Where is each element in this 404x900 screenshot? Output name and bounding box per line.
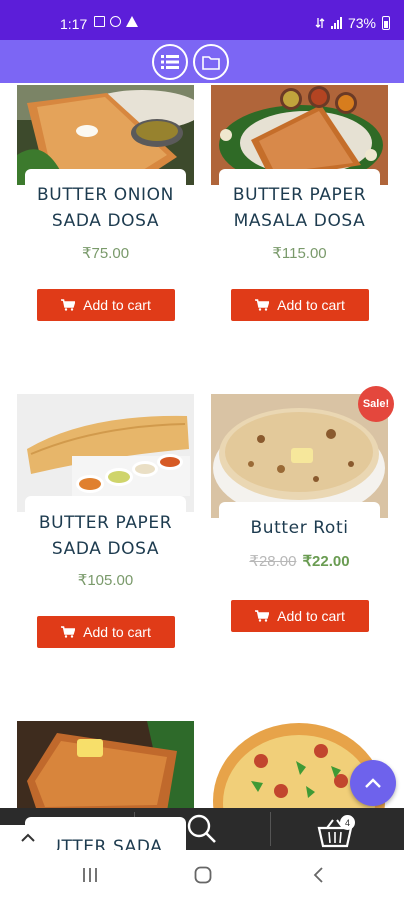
product-image[interactable]: [17, 394, 194, 512]
add-to-cart-button[interactable]: Add to cart: [231, 289, 369, 321]
product-title-line: SADA DOSA: [51, 539, 160, 559]
chevron-up-icon: [21, 833, 35, 842]
product-card[interactable]: [17, 721, 194, 811]
nav-cart[interactable]: [310, 812, 365, 848]
cart-icon: [61, 299, 76, 311]
home-icon: [194, 866, 212, 884]
sale-badge: Sale!: [358, 386, 394, 422]
product-title-line: BUTTER PAPER: [232, 185, 367, 205]
cart-icon: [255, 299, 270, 311]
home-button[interactable]: [185, 860, 221, 890]
back-button[interactable]: [300, 860, 336, 890]
app-toolbar: [0, 40, 404, 83]
system-navigation-bar: [0, 850, 404, 900]
add-to-cart-button[interactable]: Add to cart: [37, 616, 175, 648]
recent-apps-icon: [83, 868, 97, 882]
add-to-cart-button[interactable]: Add to cart: [37, 289, 175, 321]
product-title-line: MASALA DOSA: [233, 211, 366, 231]
product-card[interactable]: BUTTER PAPER SADA DOSA ₹105.00 Add to ca…: [17, 394, 194, 664]
product-title-box[interactable]: Butter Roti: [219, 502, 380, 542]
product-title-line: Butter Roti: [250, 518, 349, 538]
product-image[interactable]: [17, 721, 194, 811]
cart-icon: [61, 626, 76, 638]
product-price: ₹115.00: [272, 245, 327, 262]
nav-divider: [270, 812, 271, 846]
chevron-up-icon: [365, 778, 381, 788]
product-title-line: BUTTER PAPER: [38, 513, 173, 533]
product-title-box[interactable]: BUTTER PAPER MASALA DOSA: [219, 169, 380, 233]
product-title-box[interactable]: BUTTER ONION SADA DOSA: [25, 169, 186, 233]
folder-button[interactable]: [193, 44, 229, 80]
add-to-cart-label: Add to cart: [83, 297, 151, 313]
list-icon: [161, 55, 179, 69]
scroll-to-top-button[interactable]: [350, 760, 396, 806]
notification-icons: [94, 16, 138, 27]
battery-percent: 73%: [347, 15, 376, 31]
data-transfer-icon: [315, 18, 325, 28]
product-title-line: SADA DOSA: [51, 211, 160, 231]
search-icon: [187, 814, 216, 843]
warning-notification-icon: [126, 16, 138, 27]
sale-price: ₹22.00: [302, 553, 350, 570]
back-icon: [313, 867, 323, 883]
product-price: ₹28.00 ₹22.00: [211, 552, 388, 570]
cart-icon: [255, 610, 270, 622]
signal-icon: [330, 17, 342, 29]
cart-count-badge: 4: [340, 815, 355, 830]
product-card[interactable]: BUTTER PAPER MASALA DOSA ₹115.00 Add to …: [211, 85, 388, 355]
product-card[interactable]: Sale! Butter Roti ₹28.00 ₹22.00 Add to ca…: [211, 386, 394, 644]
product-price: ₹75.00: [81, 245, 130, 262]
folder-icon: [202, 55, 220, 70]
add-to-cart-label: Add to cart: [277, 297, 345, 313]
product-price: ₹105.00: [77, 572, 134, 589]
add-to-cart-label: Add to cart: [83, 624, 151, 640]
system-status: 73%: [315, 15, 390, 31]
gallery-notification-icon: [94, 16, 105, 27]
add-to-cart-label: Add to cart: [277, 608, 345, 624]
status-time: 1:17: [60, 16, 88, 32]
add-to-cart-button[interactable]: Add to cart: [231, 600, 369, 632]
list-view-button[interactable]: [152, 44, 188, 80]
recent-apps-button[interactable]: [72, 860, 108, 890]
collapse-panel-tab[interactable]: [0, 825, 56, 850]
battery-icon: [382, 16, 390, 30]
product-title-box[interactable]: BUTTER PAPER SADA DOSA: [25, 496, 186, 560]
status-bar: 1:17 73%: [0, 0, 404, 40]
product-title-line: BUTTER ONION: [37, 185, 174, 205]
old-price: ₹28.00: [249, 553, 297, 570]
product-card[interactable]: BUTTER ONION SADA DOSA ₹75.00 Add to car…: [17, 85, 194, 355]
whatsapp-notification-icon: [110, 16, 121, 27]
